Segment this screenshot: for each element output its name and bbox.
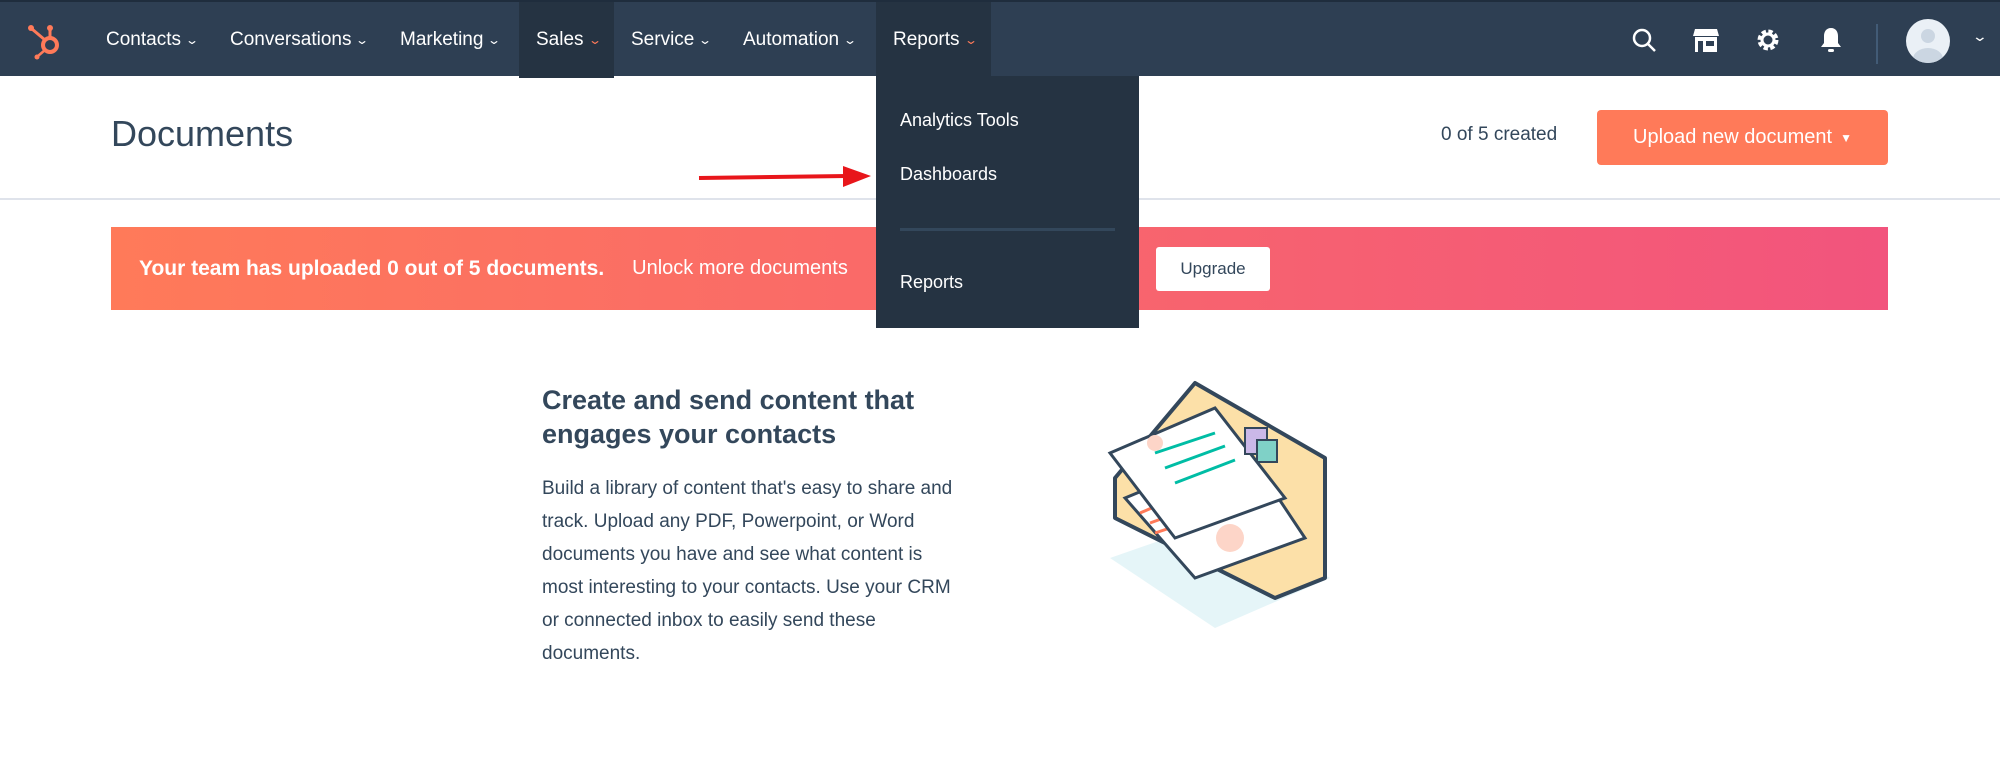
nav-label: Automation xyxy=(743,29,840,50)
red-arrow-annotation xyxy=(698,166,871,187)
caret-down-icon: ▼ xyxy=(1840,130,1852,145)
search-icon[interactable] xyxy=(1626,22,1662,58)
notifications-icon[interactable] xyxy=(1813,22,1849,58)
banner-text: Unlock more documents xyxy=(632,257,848,279)
empty-state-body: Build a library of content that's easy t… xyxy=(542,478,953,664)
nav-label: Conversations xyxy=(230,29,352,50)
menu-item-dashboards[interactable]: Dashboards xyxy=(900,164,997,185)
reports-dropdown-menu: Analytics Tools Dashboards Reports xyxy=(876,76,1139,328)
nav-label: Marketing xyxy=(400,29,484,50)
created-count: 0 of 5 created xyxy=(1441,124,1558,145)
banner-bold-text: Your team has uploaded 0 out of 5 docume… xyxy=(139,256,605,280)
chevron-down-icon: ⌄ xyxy=(184,33,200,47)
nav-conversations[interactable]: Conversations ⌄ xyxy=(213,2,385,78)
menu-item-reports[interactable]: Reports xyxy=(900,272,963,293)
chevron-down-icon: ⌄ xyxy=(587,33,602,47)
nav-service[interactable]: Service ⌄ xyxy=(614,2,727,78)
avatar[interactable] xyxy=(1906,19,1950,63)
top-nav: Contacts ⌄ Conversations ⌄ Marketing ⌄ Sale… xyxy=(0,0,2000,78)
menu-item-analytics-tools[interactable]: Analytics Tools xyxy=(900,110,1019,131)
nav-label: Reports xyxy=(893,29,960,50)
nav-label: Sales xyxy=(536,29,584,50)
upload-new-document-button[interactable]: Upload new document ▼ xyxy=(1597,110,1888,165)
nav-divider xyxy=(1876,24,1878,64)
chevron-down-icon: ⌄ xyxy=(843,33,858,47)
upload-label: Upload new document xyxy=(1633,126,1833,148)
upgrade-button[interactable]: Upgrade xyxy=(1156,247,1270,291)
nav-reports[interactable]: Reports ⌄ xyxy=(876,2,991,78)
nav-label: Contacts xyxy=(106,29,181,50)
documents-illustration xyxy=(1107,381,1330,628)
menu-divider xyxy=(900,228,1115,231)
chevron-down-icon: ⌄ xyxy=(487,33,502,47)
chevron-down-icon: ⌄ xyxy=(698,33,713,47)
nav-label: Service xyxy=(631,29,695,50)
hubspot-logo[interactable] xyxy=(26,20,66,60)
settings-icon[interactable] xyxy=(1750,22,1786,58)
nav-sales[interactable]: Sales ⌄ xyxy=(519,2,614,78)
page-title: Documents xyxy=(111,113,294,154)
nav-contacts[interactable]: Contacts ⌄ xyxy=(89,2,214,78)
empty-state-heading: Create and send content that engages you… xyxy=(542,385,915,449)
nav-automation[interactable]: Automation ⌄ xyxy=(726,2,872,78)
marketplace-icon[interactable] xyxy=(1688,22,1724,58)
chevron-down-icon: ⌄ xyxy=(355,33,370,47)
chevron-down-icon: ⌄ xyxy=(963,33,978,47)
nav-marketing[interactable]: Marketing ⌄ xyxy=(383,2,516,78)
chevron-down-icon[interactable]: ⌄ xyxy=(1972,28,1988,45)
